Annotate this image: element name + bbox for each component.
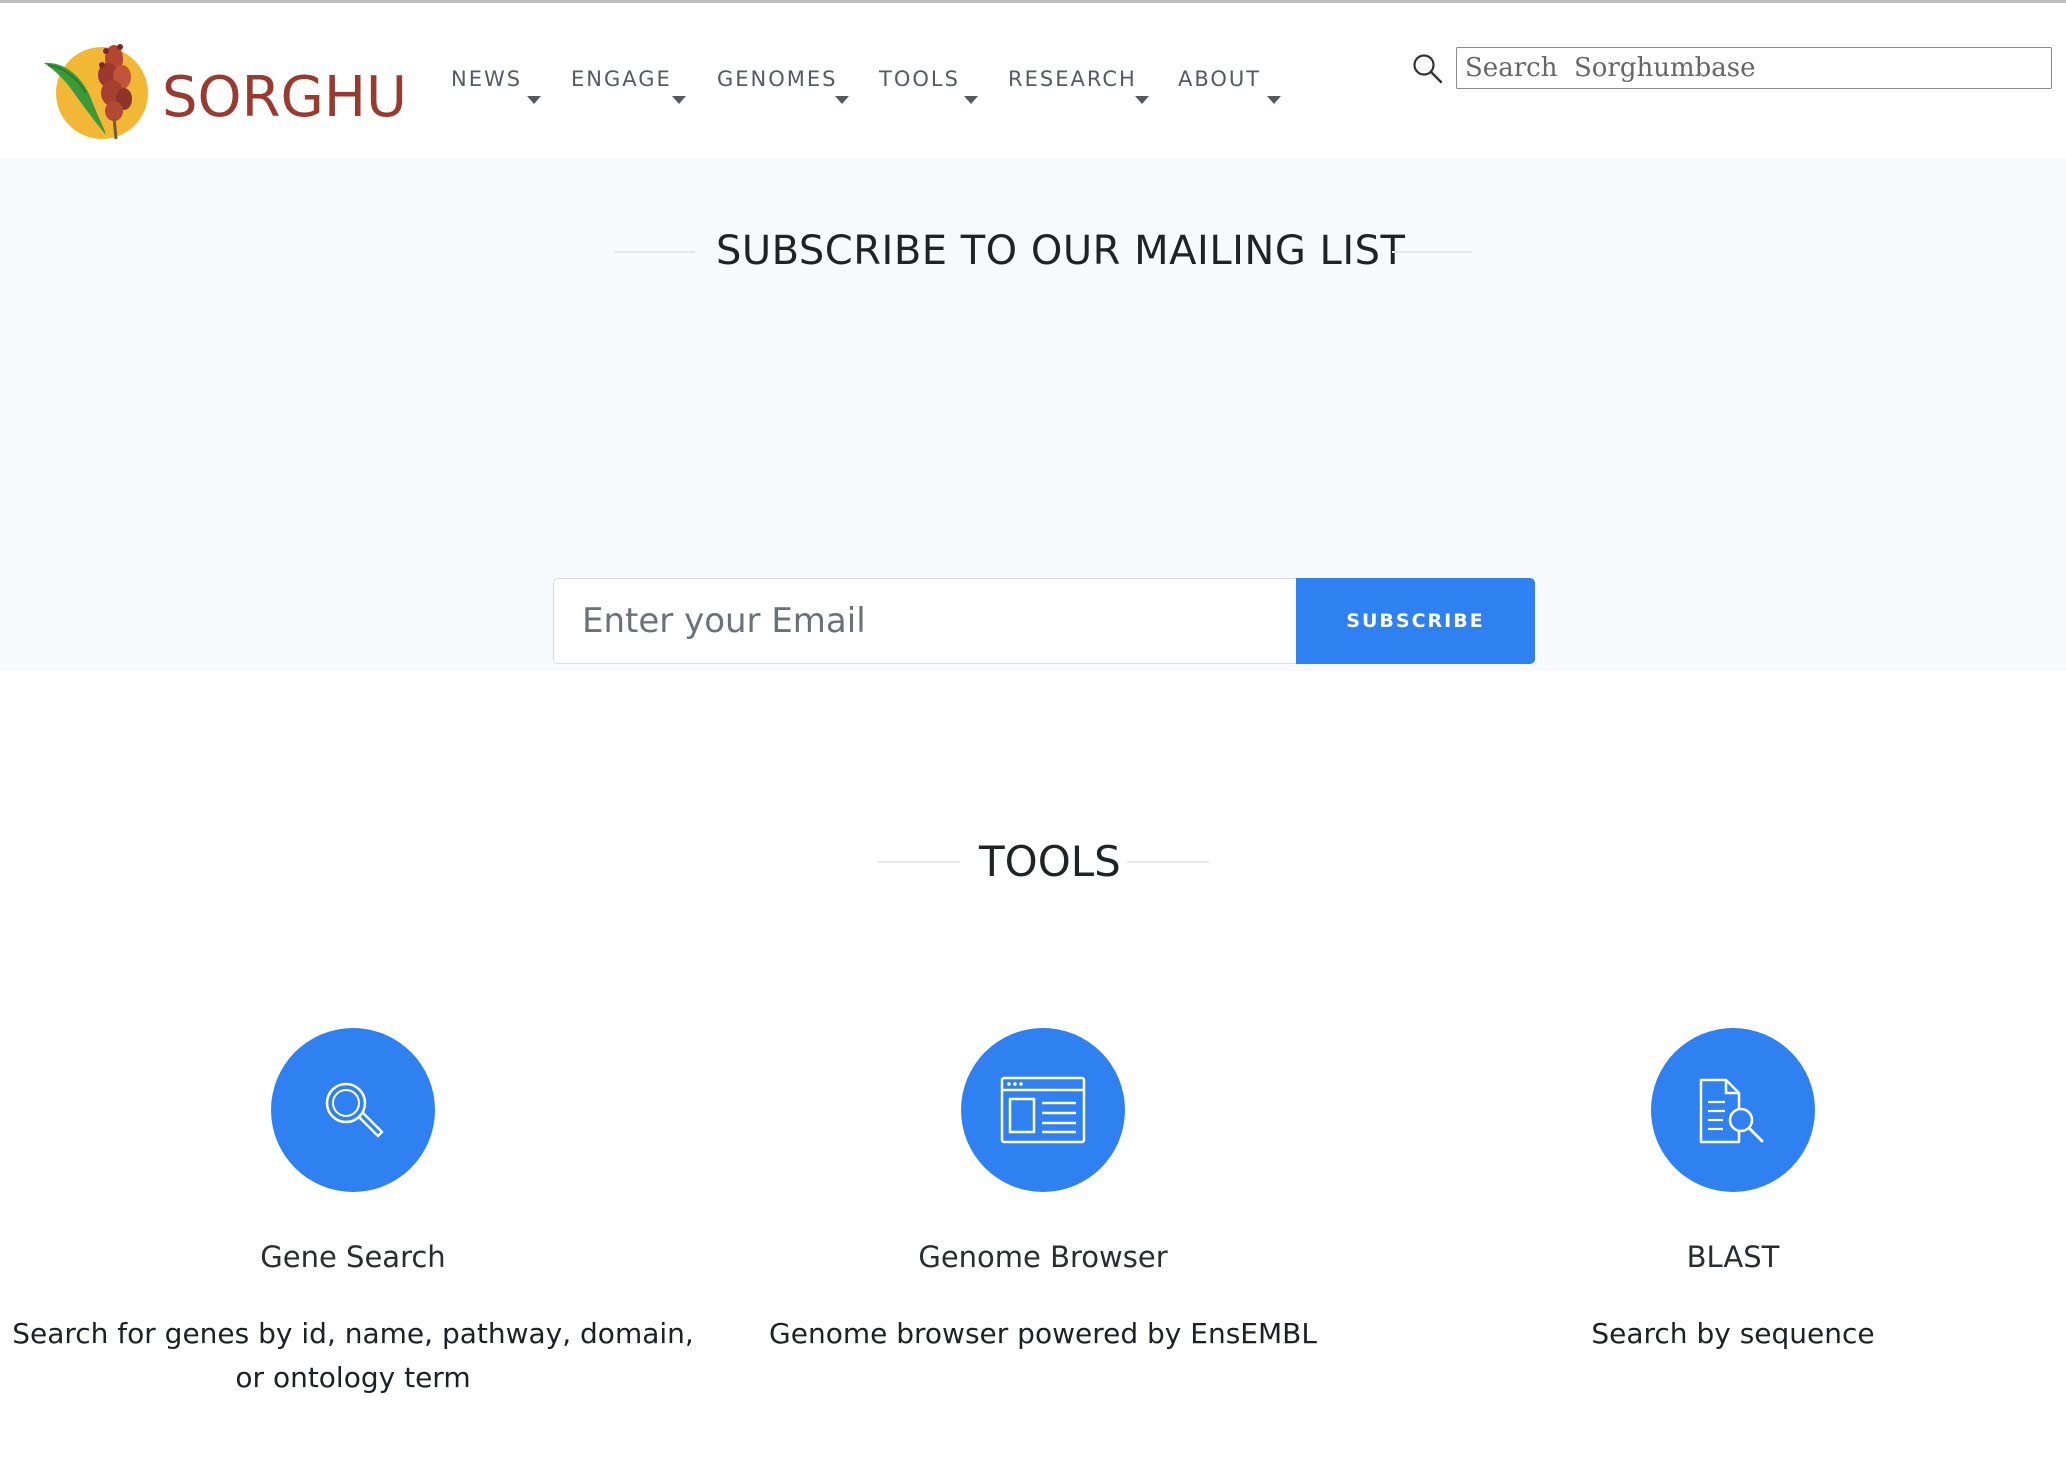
nav-engage-label: ENGAGE [571,67,672,91]
nav-genomes-label: GENOMES [717,67,838,91]
tools-title: TOOLS [979,837,1121,886]
nav-research[interactable]: RESEARCH [1008,67,1149,107]
nav-tools[interactable]: TOOLS [879,67,978,107]
tool-description: Search by sequence [1591,1317,1875,1350]
tool-name: Gene Search [260,1240,446,1274]
nav-news-label: NEWS [451,67,523,91]
nav-about-label: ABOUT [1178,67,1262,91]
chevron-down-icon [1267,96,1281,104]
chevron-down-icon [964,96,978,104]
chevron-down-icon [835,96,849,104]
logo-wordmark: SORGHUM [162,65,412,130]
sorghum-logo-icon [44,44,148,140]
subscribe-title: SUBSCRIBE TO OUR MAILING LIST [716,228,1406,274]
nav-research-label: RESEARCH [1008,67,1137,91]
subscribe-button[interactable]: SUBSCRIBE [1296,578,1535,664]
nav-about[interactable]: ABOUT [1178,67,1281,107]
browser-window-icon[interactable] [961,1028,1125,1192]
tools-divider-left [878,861,960,863]
site-search-input[interactable] [1456,47,2052,89]
subscribe-section: SUBSCRIBE TO OUR MAILING LIST SUBSCRIBE [0,158,2066,671]
site-logo[interactable]: SORGHUM [44,31,414,149]
nav-genomes[interactable]: GENOMES [717,67,849,107]
tools-divider-right [1127,861,1209,863]
email-field[interactable] [553,578,1298,664]
tool-description: Search for genes by id, name, pathway, d… [12,1317,694,1394]
tool-name: Genome Browser [918,1240,1168,1274]
magnifier-icon[interactable] [271,1028,435,1192]
document-search-icon[interactable] [1651,1028,1815,1192]
chevron-down-icon [527,96,541,104]
nav-tools-label: TOOLS [879,67,960,91]
title-divider-right [1392,251,1472,253]
chevron-down-icon [672,96,686,104]
tool-description: Genome browser powered by EnsEMBL [769,1317,1317,1350]
nav-news[interactable]: NEWS [451,67,541,107]
nav-engage[interactable]: ENGAGE [571,67,686,107]
chevron-down-icon [1135,96,1149,104]
site-header: SORGHUM NEWS ENGAGE GENOMES TOOLS RESEAR… [0,3,2066,158]
search-icon[interactable] [1412,53,1444,85]
tool-name: BLAST [1686,1240,1780,1274]
title-divider-left [615,251,695,253]
